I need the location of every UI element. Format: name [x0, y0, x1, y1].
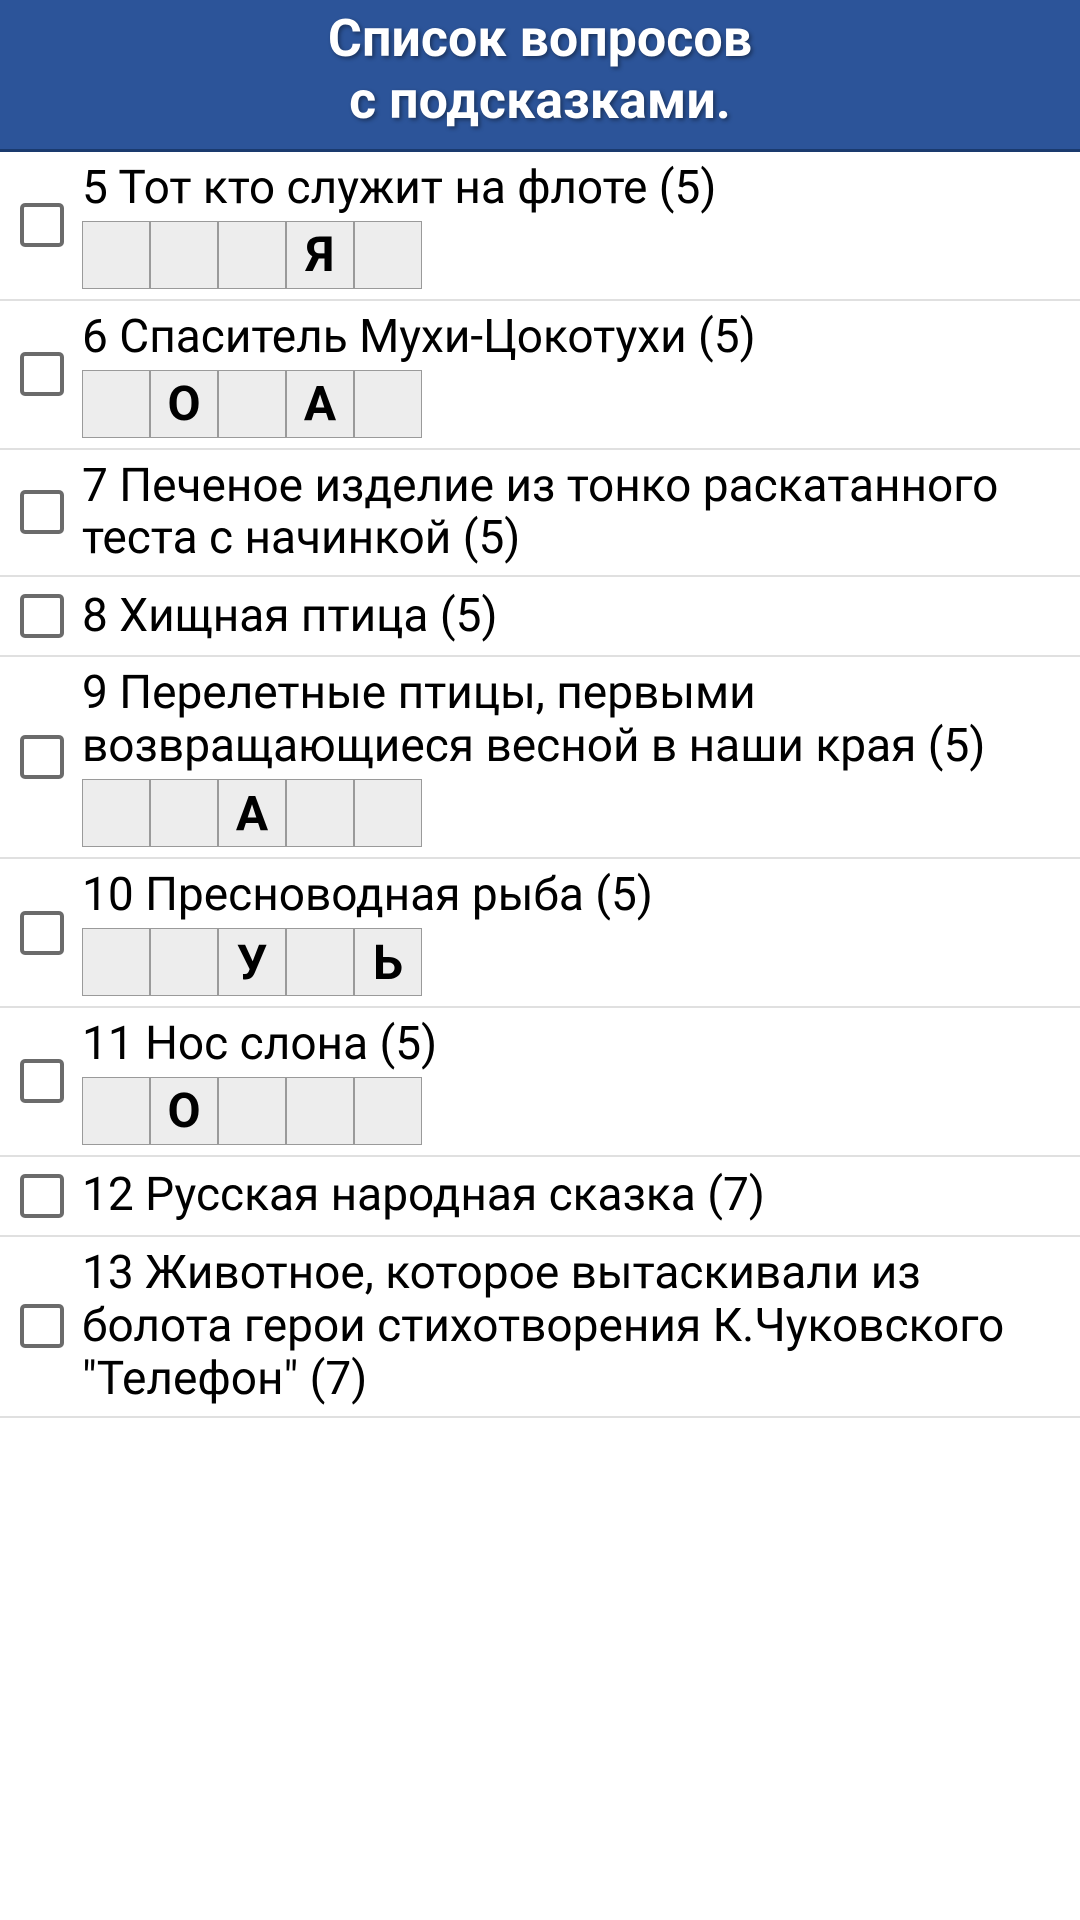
question-text: 7 Печеное изделие из тонко раскатанного … — [82, 460, 1060, 566]
question-content: 5 Тот кто служит на флоте (5) Я — [82, 162, 1060, 289]
letter-cell[interactable]: Ь — [354, 928, 422, 996]
letter-grid: О — [82, 1077, 1060, 1145]
header-title-line1: Список вопросов — [328, 8, 752, 69]
header-title-line2: с подсказками. — [349, 70, 731, 131]
question-content: 11 Нос слона (5) О — [82, 1018, 1060, 1145]
question-item[interactable]: 9 Перелетные птицы, первыми возвращающие… — [0, 657, 1080, 859]
checkbox[interactable] — [20, 1059, 64, 1103]
question-list: 5 Тот кто служит на флоте (5) Я 6 Спасител… — [0, 152, 1080, 1418]
letter-cell[interactable] — [354, 1077, 422, 1145]
question-content: 12 Русская народная сказка (7) — [82, 1169, 1060, 1222]
letter-cell[interactable] — [354, 370, 422, 438]
checkbox[interactable] — [20, 735, 64, 779]
question-content: 7 Печеное изделие из тонко раскатанного … — [82, 460, 1060, 566]
letter-cell[interactable] — [150, 221, 218, 289]
letter-cell[interactable] — [150, 928, 218, 996]
letter-cell[interactable] — [354, 221, 422, 289]
letter-cell[interactable] — [218, 221, 286, 289]
question-text: 12 Русская народная сказка (7) — [82, 1169, 1060, 1222]
question-item[interactable]: 5 Тот кто служит на флоте (5) Я — [0, 152, 1080, 301]
question-text: 11 Нос слона (5) — [82, 1018, 1060, 1071]
letter-cell[interactable] — [82, 779, 150, 847]
checkbox-wrapper — [20, 911, 64, 955]
letter-cell[interactable] — [82, 370, 150, 438]
checkbox-wrapper — [20, 1059, 64, 1103]
letter-cell[interactable]: А — [286, 370, 354, 438]
letter-cell[interactable] — [150, 779, 218, 847]
question-item[interactable]: 13 Животное, которое вытаскивали из боло… — [0, 1237, 1080, 1418]
question-content: 6 Спаситель Мухи-Цокотухи (5) ОА — [82, 311, 1060, 438]
question-text: 5 Тот кто служит на флоте (5) — [82, 162, 1060, 215]
page-header: Список вопросов с подсказками. — [0, 0, 1080, 152]
checkbox-wrapper — [20, 735, 64, 779]
question-item[interactable]: 11 Нос слона (5) О — [0, 1008, 1080, 1157]
checkbox-wrapper — [20, 1304, 64, 1348]
question-item[interactable]: 10 Пресноводная рыба (5) УЬ — [0, 859, 1080, 1008]
question-content: 10 Пресноводная рыба (5) УЬ — [82, 869, 1060, 996]
letter-cell[interactable] — [354, 779, 422, 847]
question-text: 10 Пресноводная рыба (5) — [82, 869, 1060, 922]
letter-cell[interactable] — [286, 1077, 354, 1145]
question-item[interactable]: 8 Хищная птица (5) — [0, 577, 1080, 657]
letter-cell[interactable] — [82, 221, 150, 289]
checkbox-wrapper — [20, 490, 64, 534]
checkbox[interactable] — [20, 1174, 64, 1218]
letter-grid: ОА — [82, 370, 1060, 438]
question-text: 8 Хищная птица (5) — [82, 590, 1060, 643]
letter-cell[interactable]: О — [150, 1077, 218, 1145]
question-item[interactable]: 7 Печеное изделие из тонко раскатанного … — [0, 450, 1080, 578]
question-item[interactable]: 12 Русская народная сказка (7) — [0, 1157, 1080, 1237]
letter-cell[interactable] — [218, 370, 286, 438]
question-item[interactable]: 6 Спаситель Мухи-Цокотухи (5) ОА — [0, 301, 1080, 450]
letter-cell[interactable]: Я — [286, 221, 354, 289]
checkbox[interactable] — [20, 490, 64, 534]
checkbox-wrapper — [20, 352, 64, 396]
letter-grid: Я — [82, 221, 1060, 289]
question-text: 6 Спаситель Мухи-Цокотухи (5) — [82, 311, 1060, 364]
checkbox-wrapper — [20, 1174, 64, 1218]
letter-cell[interactable] — [218, 1077, 286, 1145]
letter-cell[interactable] — [82, 928, 150, 996]
question-text: 9 Перелетные птицы, первыми возвращающие… — [82, 667, 1060, 773]
letter-cell[interactable] — [82, 1077, 150, 1145]
letter-cell[interactable]: А — [218, 779, 286, 847]
checkbox[interactable] — [20, 203, 64, 247]
question-content: 8 Хищная птица (5) — [82, 590, 1060, 643]
letter-cell[interactable]: У — [218, 928, 286, 996]
checkbox[interactable] — [20, 352, 64, 396]
checkbox[interactable] — [20, 594, 64, 638]
question-content: 13 Животное, которое вытаскивали из боло… — [82, 1247, 1060, 1406]
checkbox[interactable] — [20, 911, 64, 955]
checkbox[interactable] — [20, 1304, 64, 1348]
letter-cell[interactable]: О — [150, 370, 218, 438]
question-content: 9 Перелетные птицы, первыми возвращающие… — [82, 667, 1060, 847]
question-text: 13 Животное, которое вытаскивали из боло… — [82, 1247, 1060, 1406]
letter-grid: А — [82, 779, 1060, 847]
letter-cell[interactable] — [286, 779, 354, 847]
checkbox-wrapper — [20, 594, 64, 638]
checkbox-wrapper — [20, 203, 64, 247]
letter-cell[interactable] — [286, 928, 354, 996]
letter-grid: УЬ — [82, 928, 1060, 996]
